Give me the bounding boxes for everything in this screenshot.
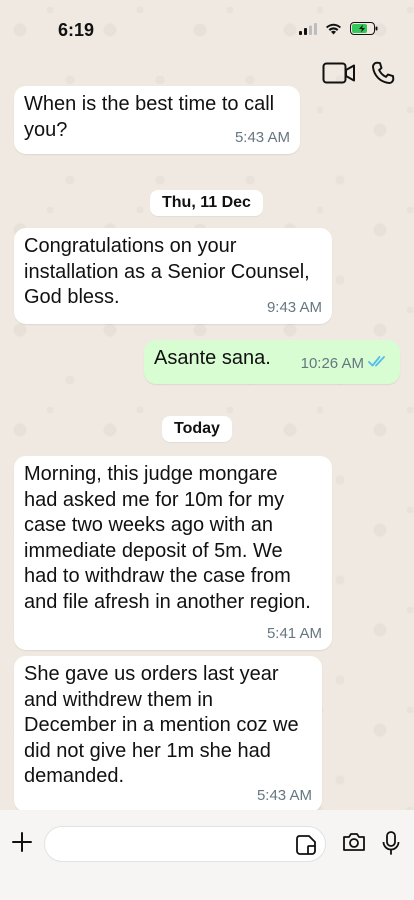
chat-header bbox=[0, 58, 414, 92]
message-text: Morning, this judge mongare had asked me… bbox=[24, 463, 311, 613]
message-text: She gave us orders last year and withdre… bbox=[24, 663, 299, 787]
message-time: 5:43 AM bbox=[234, 128, 290, 146]
plus-icon[interactable] bbox=[10, 830, 34, 854]
video-call-icon[interactable] bbox=[322, 62, 356, 89]
message-time: 10:26 AM bbox=[300, 354, 364, 372]
phone-call-icon[interactable] bbox=[370, 60, 396, 91]
status-icons bbox=[299, 22, 378, 40]
header-actions bbox=[322, 60, 396, 91]
chat-message-list[interactable]: When is the best time to call you? 5:43 … bbox=[0, 84, 414, 810]
message-input[interactable] bbox=[44, 826, 326, 862]
message-time: 5:43 AM bbox=[256, 786, 312, 804]
message-bubble-incoming[interactable]: When is the best time to call you? 5:43 … bbox=[14, 86, 300, 154]
message-time: 9:43 AM bbox=[266, 298, 322, 316]
status-time: 6:19 bbox=[58, 20, 95, 40]
message-bubble-incoming[interactable]: Morning, this judge mongare had asked me… bbox=[14, 456, 332, 650]
message-composer bbox=[0, 810, 414, 900]
message-time: 5:41 AM bbox=[266, 624, 322, 642]
message-bubble-incoming[interactable]: She gave us orders last year and withdre… bbox=[14, 656, 322, 810]
date-separator: Today bbox=[162, 416, 232, 442]
status-bar: 6:19 bbox=[0, 0, 414, 58]
sticker-icon[interactable] bbox=[295, 834, 317, 861]
microphone-icon[interactable] bbox=[380, 830, 402, 861]
date-separator: Thu, 11 Dec bbox=[150, 190, 263, 216]
battery-icon bbox=[350, 22, 378, 40]
signal-icon bbox=[299, 22, 317, 40]
message-bubble-outgoing[interactable]: Asante sana. 10:26 AM bbox=[144, 340, 400, 384]
message-bubble-incoming[interactable]: Congratulations on your installation as … bbox=[14, 228, 332, 324]
wifi-icon bbox=[325, 22, 342, 40]
camera-icon[interactable] bbox=[342, 832, 366, 857]
double-check-read-icon bbox=[368, 350, 390, 376]
